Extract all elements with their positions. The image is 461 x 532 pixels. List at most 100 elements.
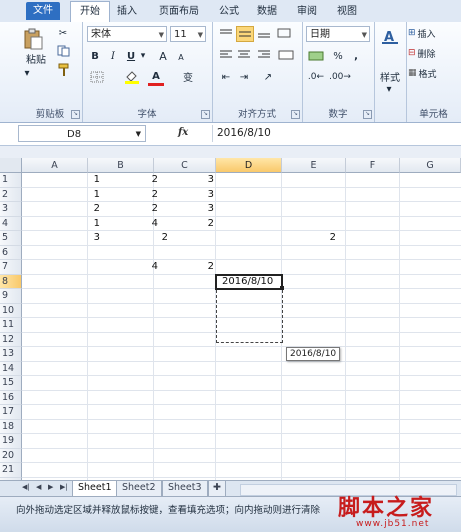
underline-button[interactable]: U [124,49,138,63]
cell-b3[interactable]: 2 [88,202,158,216]
delete-cells-button[interactable]: ⊟ 删除 [408,46,458,60]
clipboard-launcher-icon[interactable]: ↘ [71,110,80,119]
merge-center-icon[interactable] [276,48,296,62]
row-header-3[interactable]: 3 [0,202,22,217]
sheet-tab-1[interactable]: Sheet1 [72,481,118,497]
row-header-9[interactable]: 9 [0,289,22,304]
row-header-2[interactable]: 2 [0,187,22,202]
tab-view[interactable]: 视图 [332,3,362,22]
bold-button[interactable]: B [88,49,102,63]
worksheet-grid[interactable]: A B C D E F G 1 2 3 4 5 6 7 8 9 10 11 12 13 14 15 16 17 1… [0,158,461,480]
row-header-10[interactable]: 10 [0,303,22,318]
currency-icon[interactable] [306,49,326,63]
row-header-1[interactable]: 1 [0,173,22,188]
fill-color-icon[interactable] [122,70,142,84]
column-header-a[interactable]: A [22,158,88,173]
decrease-indent-icon[interactable]: ⇤ [218,70,234,84]
row-header-8[interactable]: 8 [0,274,22,289]
column-header-g[interactable]: G [400,158,461,173]
number-launcher-icon[interactable]: ↘ [363,110,372,119]
styles-button[interactable]: 样式 [376,70,404,84]
tab-insert[interactable]: 插入 [112,3,142,22]
align-center-icon[interactable] [236,48,252,62]
insert-cells-button[interactable]: ⊞ 插入 [408,26,458,40]
align-left-icon[interactable] [218,48,234,62]
row-header-15[interactable]: 15 [0,376,22,391]
cell-d8[interactable]: 2016/8/10 [222,275,282,289]
row-header-4[interactable]: 4 [0,216,22,231]
row-header-5[interactable]: 5 [0,231,22,246]
number-format-select[interactable]: 日期 ▼ [306,26,370,42]
font-color-icon[interactable]: A [148,69,164,86]
tab-review[interactable]: 审阅 [292,3,322,22]
formula-input[interactable]: 2016/8/10 [212,125,461,142]
row-header-7[interactable]: 7 [0,260,22,275]
row-header-21[interactable]: 21 [0,463,22,478]
cell-c3[interactable]: 3 [154,202,214,216]
cell-b1[interactable]: 2 [88,173,158,187]
shrink-font-button[interactable]: A [174,50,188,64]
column-header-e[interactable]: E [282,158,346,173]
increase-decimal-icon[interactable]: .0← [306,70,326,84]
paste-icon[interactable] [22,28,44,50]
name-box[interactable]: D8 ▼ [18,125,146,142]
first-sheet-icon[interactable]: ◀| [22,483,30,491]
font-launcher-icon[interactable]: ↘ [201,110,210,119]
cell-b4[interactable]: 4 [88,217,158,231]
tab-page-layout[interactable]: 页面布局 [152,3,206,22]
styles-dropdown-icon[interactable]: ▾ [384,84,394,95]
insert-function-button[interactable]: fx [178,127,188,138]
column-header-c[interactable]: C [154,158,216,173]
wrap-text-icon[interactable] [276,26,292,40]
format-painter-icon[interactable] [56,62,72,78]
column-header-d[interactable]: D [216,158,282,173]
cell-c1[interactable]: 3 [154,173,214,187]
italic-button[interactable]: I [106,49,120,63]
cell-b7[interactable]: 4 [88,260,158,274]
prev-sheet-icon[interactable]: ◀ [36,483,41,491]
styles-icon[interactable]: A [380,26,400,46]
row-header-14[interactable]: 14 [0,361,22,376]
paste-dropdown-icon[interactable]: ▾ [22,68,32,79]
row-header-16[interactable]: 16 [0,390,22,405]
tab-file[interactable]: 文件 [26,2,60,20]
cell-e5[interactable]: 2 [282,231,336,245]
copy-icon[interactable] [56,44,74,58]
row-header-18[interactable]: 18 [0,419,22,434]
decrease-decimal-icon[interactable]: .00→ [329,70,351,84]
tab-formulas[interactable]: 公式 [214,3,244,22]
row-header-11[interactable]: 11 [0,318,22,333]
row-header-6[interactable]: 6 [0,245,22,260]
cell-c7[interactable]: 2 [154,260,214,274]
orientation-icon[interactable]: ↗ [258,70,278,84]
next-sheet-icon[interactable]: ▶ [48,483,53,491]
borders-icon[interactable] [88,70,106,84]
cut-icon[interactable]: ✂ [56,26,70,40]
cell-c4[interactable]: 2 [154,217,214,231]
font-name-select[interactable]: 宋体 ▼ [87,26,167,42]
paste-button[interactable]: 粘贴 [22,52,50,66]
percent-button[interactable]: % [332,49,344,63]
row-header-19[interactable]: 19 [0,434,22,449]
tab-data[interactable]: 数据 [252,3,282,22]
underline-dropdown-icon[interactable]: ▾ [139,49,147,63]
column-header-f[interactable]: F [346,158,400,173]
fill-handle[interactable] [280,286,284,290]
align-right-icon[interactable] [256,48,272,62]
cell-c2[interactable]: 3 [154,188,214,202]
grow-font-button[interactable]: A [156,49,170,63]
insert-sheet-icon[interactable]: ✚ [208,481,226,497]
sheet-tab-2[interactable]: Sheet2 [116,481,162,497]
comma-button[interactable]: , [350,49,362,63]
last-sheet-icon[interactable]: ▶| [60,483,68,491]
sheet-tab-3[interactable]: Sheet3 [162,481,208,497]
select-all-button[interactable] [0,158,22,173]
align-middle-icon[interactable] [236,26,254,42]
row-header-20[interactable]: 20 [0,448,22,463]
increase-indent-icon[interactable]: ⇥ [236,70,252,84]
format-cells-button[interactable]: ▦ 格式 [408,66,458,80]
align-bottom-icon[interactable] [256,26,272,40]
column-header-b[interactable]: B [88,158,154,173]
row-header-12[interactable]: 12 [0,332,22,347]
row-header-17[interactable]: 17 [0,405,22,420]
